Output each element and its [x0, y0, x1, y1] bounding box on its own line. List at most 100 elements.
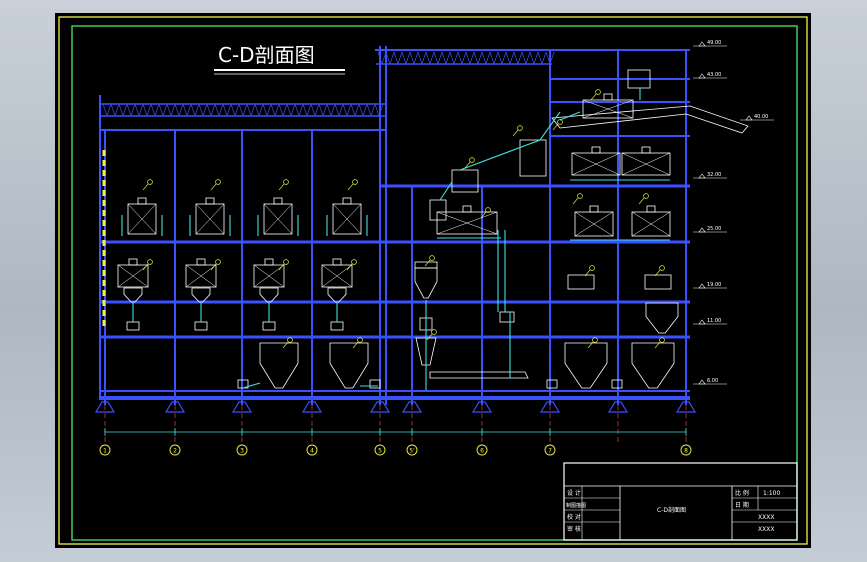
truss-web	[158, 103, 164, 117]
truss-web	[401, 51, 407, 65]
truss-web	[282, 103, 288, 117]
truss-web	[298, 103, 304, 117]
elevation-triangle	[698, 173, 706, 179]
truss-web	[162, 103, 168, 117]
tb-scale-label: 比 例	[735, 489, 749, 497]
grid-label: 8	[684, 448, 688, 455]
truss-web	[122, 103, 128, 117]
tag-leader	[590, 93, 597, 101]
tag-bubble	[577, 193, 583, 199]
truss-web	[445, 51, 451, 65]
truss-web	[521, 51, 527, 65]
elevation-label: 6.00	[707, 378, 718, 384]
truss-web	[166, 103, 172, 117]
truss-web	[254, 103, 260, 117]
tag-bubble	[283, 259, 289, 265]
machine-motor	[196, 258, 206, 266]
truss-web	[366, 103, 372, 117]
hopper	[631, 342, 675, 389]
tag-bubble	[557, 119, 563, 125]
tag-bubble	[147, 259, 153, 265]
grid-label: 1	[103, 448, 107, 455]
truss-web	[370, 103, 376, 117]
tag-leader	[512, 129, 519, 137]
equipment-layer	[117, 69, 749, 389]
tag-bubble	[659, 265, 665, 271]
separator	[451, 169, 479, 193]
machine-motor	[603, 93, 613, 101]
truss-web	[186, 103, 192, 117]
truss-web	[258, 103, 264, 117]
truss-web	[150, 103, 156, 117]
truss-web	[110, 103, 116, 117]
elevation-triangle	[698, 73, 706, 79]
elevation-triangle	[745, 115, 753, 121]
tag-leader	[142, 183, 149, 191]
truss-web	[306, 103, 312, 117]
truss-web	[409, 51, 415, 65]
truss-web	[326, 103, 332, 117]
elevation-label: 43.00	[707, 72, 721, 78]
tag-leader	[572, 197, 579, 205]
grid-label: 6	[480, 448, 484, 455]
elevation-triangle	[698, 41, 706, 47]
truss-web	[274, 103, 280, 117]
machine-motor	[273, 197, 283, 205]
truss-web	[318, 103, 324, 117]
truss-web	[417, 51, 423, 65]
grid-label: 2	[173, 448, 177, 455]
tag-bubble	[595, 89, 601, 95]
hopper	[414, 267, 438, 299]
truss-web	[465, 51, 471, 65]
hopper	[259, 287, 279, 303]
machine-motor	[264, 258, 274, 266]
machine-motor	[342, 197, 352, 205]
vibro-separator	[519, 139, 547, 177]
feeder	[262, 321, 276, 331]
truss-web	[541, 51, 547, 65]
grid-label: 3	[240, 448, 244, 455]
truss-web	[393, 51, 399, 65]
truss-web	[270, 103, 276, 117]
hopper	[564, 342, 608, 389]
hopper	[645, 302, 679, 334]
truss-web	[501, 51, 507, 65]
tag-bubble	[589, 265, 595, 271]
title-block: 设 计 制图描图 校 对 审 核 C-D剖面图 比 例 1:100 日 期 XX…	[563, 462, 798, 541]
machine-motor	[205, 197, 215, 205]
truss-web	[429, 51, 435, 65]
machine-motor	[128, 258, 138, 266]
truss-web	[330, 103, 336, 117]
screw-feeder	[546, 379, 558, 389]
tag-bubble	[352, 179, 358, 185]
grid-label: 5	[378, 448, 382, 455]
elevation-label: 40.00	[754, 114, 768, 120]
truss-web	[222, 103, 228, 117]
tag-bubble	[431, 329, 437, 335]
grid-label: 4	[310, 448, 314, 455]
elevation-label: 11.00	[707, 318, 721, 324]
truss-web	[441, 51, 447, 65]
machine-motor	[646, 205, 656, 213]
truss-web	[505, 51, 511, 65]
machine-motor	[591, 146, 601, 154]
truss-web	[350, 103, 356, 117]
tag-bubble	[517, 125, 523, 131]
tag-leader	[210, 183, 217, 191]
machine-motor	[137, 197, 147, 205]
truss-web	[170, 103, 176, 117]
truss-web	[190, 103, 196, 117]
truss-web	[469, 51, 475, 65]
tb-company-1: XXXX	[758, 514, 774, 521]
feeder	[194, 321, 208, 331]
tb-row-2: 制图描图	[566, 502, 586, 509]
tag-leader	[638, 197, 645, 205]
truss-web	[421, 51, 427, 65]
tag-leader	[347, 183, 354, 191]
truss-web	[362, 103, 368, 117]
conveying-pipes	[121, 88, 670, 390]
truss-web	[194, 103, 200, 117]
section-drawing: C-D剖面图 49.00 43.00 40.00 32.00 25.00 19.00 11.…	[58, 16, 808, 545]
truss-web	[493, 51, 499, 65]
machine-motor	[641, 146, 651, 154]
